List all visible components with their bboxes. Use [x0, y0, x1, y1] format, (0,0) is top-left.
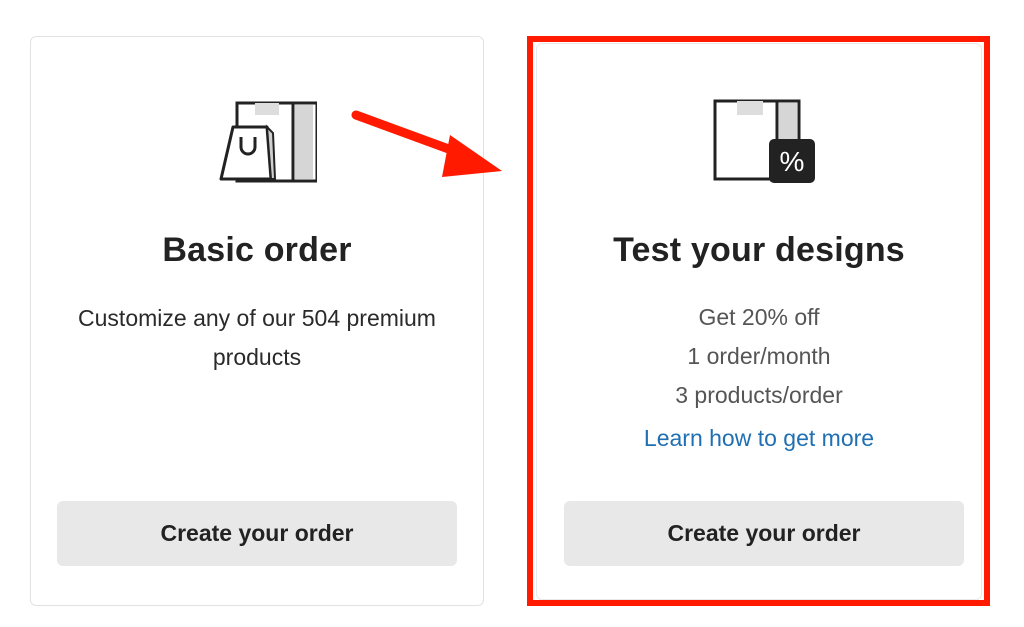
card-title: Test your designs	[613, 231, 905, 269]
feature-list: Get 20% off 1 order/month 3 products/ord…	[537, 298, 981, 415]
red-arrow-icon	[351, 110, 502, 177]
feature-item: 1 order/month	[687, 343, 831, 369]
feature-item: 3 products/order	[675, 382, 843, 408]
card-description: Customize any of our 504 premium product…	[78, 305, 436, 370]
test-designs-card: % Test your designs Get 20% off 1 order/…	[536, 43, 982, 600]
create-order-button[interactable]: Create your order	[564, 501, 964, 566]
shopping-bag-box-icon	[197, 97, 319, 197]
feature-item: Get 20% off	[698, 304, 820, 330]
percent-glyph: %	[780, 146, 805, 177]
plan-selection: Basic order Customize any of our 504 pre…	[0, 0, 1024, 627]
discount-box-icon: %	[699, 97, 819, 197]
learn-more-link[interactable]: Learn how to get more	[537, 425, 981, 452]
create-order-button[interactable]: Create your order	[57, 501, 457, 566]
card-title: Basic order	[162, 231, 352, 269]
